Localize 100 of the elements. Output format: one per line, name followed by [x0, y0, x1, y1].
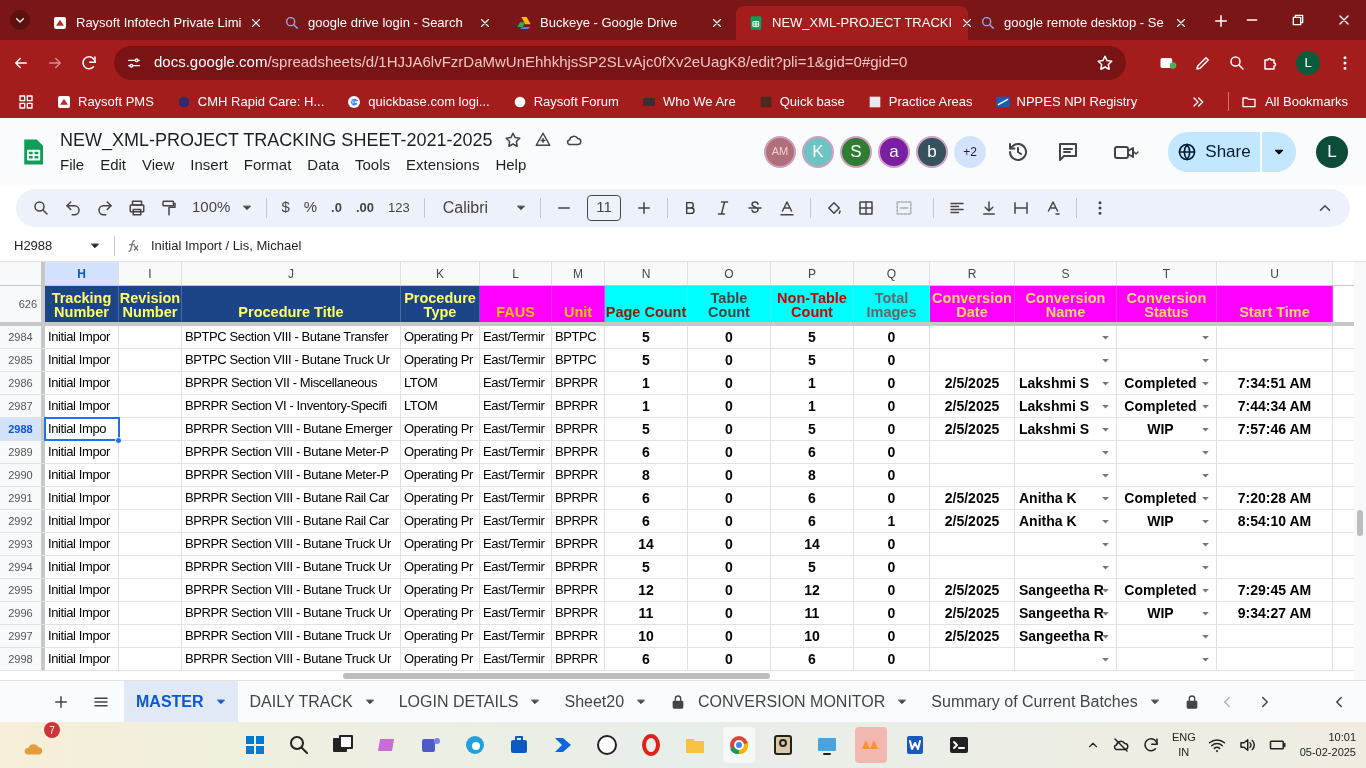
sheet-tab[interactable]: Sheet20: [552, 681, 659, 722]
contact-card-icon[interactable]: [771, 733, 795, 757]
dropdown-cell[interactable]: Completed: [1117, 579, 1217, 601]
wifi-icon[interactable]: [1207, 736, 1226, 754]
browser-tab[interactable]: NEW_XML-PROJECT TRACKI: [736, 6, 968, 40]
row-header[interactable]: 2998: [0, 648, 45, 670]
document-title[interactable]: NEW_XML-PROJECT TRACKING SHEET-2021-2025: [60, 126, 493, 154]
zoom-icon[interactable]: [1228, 53, 1246, 72]
font-dropdown[interactable]: Calibri: [438, 195, 527, 220]
collaborator-avatar[interactable]: b: [916, 135, 948, 168]
sheet-tab[interactable]: Summary of Current Batches: [919, 681, 1172, 722]
menu-item[interactable]: Data: [307, 153, 339, 177]
row-header[interactable]: 2995: [0, 579, 45, 601]
fill-handle[interactable]: [115, 437, 122, 444]
row-header[interactable]: 2996: [0, 602, 45, 624]
row-header[interactable]: 2984: [0, 326, 45, 348]
collaborator-avatar[interactable]: a: [878, 135, 910, 168]
clock-date[interactable]: 05-02-2025: [1299, 745, 1356, 760]
dropdown-cell[interactable]: Sangeetha R: [1015, 602, 1117, 624]
column-header[interactable]: M: [552, 262, 605, 285]
column-header[interactable]: O: [688, 262, 771, 285]
sync-icon[interactable]: [1141, 736, 1160, 754]
column-header[interactable]: T: [1117, 262, 1217, 285]
row-header[interactable]: 2990: [0, 464, 45, 486]
bookmark-link[interactable]: CMH Rapid Care: H...: [175, 91, 325, 112]
menu-item[interactable]: Edit: [100, 153, 127, 177]
bookmark-link[interactable]: NPPES NPI Registry: [994, 91, 1138, 112]
column-header[interactable]: J: [182, 262, 401, 285]
dropdown-cell[interactable]: WIP: [1117, 602, 1217, 624]
dropdown-cell[interactable]: Completed: [1117, 395, 1217, 417]
opera-icon[interactable]: [639, 733, 663, 757]
close-icon[interactable]: [710, 16, 724, 30]
dropdown-cell[interactable]: Completed: [1117, 487, 1217, 509]
undo-icon[interactable]: [64, 198, 82, 217]
bookmark-link[interactable]: Who We Are: [640, 91, 736, 112]
dropdown-cell[interactable]: Anitha K: [1015, 510, 1117, 532]
row-header[interactable]: 2997: [0, 625, 45, 647]
percent-format-button[interactable]: %: [303, 196, 318, 219]
column-header[interactable]: P: [771, 262, 854, 285]
browser-tab[interactable]: google remote desktop - Se: [968, 6, 1200, 40]
close-icon[interactable]: [478, 16, 492, 30]
account-avatar[interactable]: L: [1316, 135, 1348, 168]
search-icon[interactable]: [32, 198, 50, 217]
region-indicator[interactable]: IN: [1178, 745, 1190, 760]
dropdown-cell[interactable]: WIP: [1117, 510, 1217, 532]
column-header[interactable]: R: [930, 262, 1015, 285]
column-header[interactable]: S: [1015, 262, 1117, 285]
dropdown-cell[interactable]: Lakshmi S: [1015, 395, 1117, 417]
number-format-button[interactable]: 123: [388, 197, 410, 218]
chrome-icon[interactable]: [727, 733, 751, 757]
star-icon[interactable]: [1096, 53, 1114, 72]
row-header[interactable]: 2992: [0, 510, 45, 532]
sheet-tab[interactable]: MASTER: [124, 681, 238, 722]
font-size-field[interactable]: 11: [587, 194, 622, 221]
sheet-tab[interactable]: CONVERSION MONITOR: [658, 681, 920, 722]
bookmark-link[interactable]: Raysoft PMS: [56, 91, 154, 112]
dropdown-cell[interactable]: Anitha K: [1015, 487, 1117, 509]
profile-avatar[interactable]: L: [1296, 50, 1320, 75]
reload-icon[interactable]: [80, 53, 98, 72]
collaborator-avatar[interactable]: S: [840, 135, 872, 168]
browser-tab[interactable]: google drive login - Search: [272, 6, 504, 40]
column-header[interactable]: K: [401, 262, 480, 285]
vertical-scrollbar-thumb[interactable]: [1357, 510, 1363, 536]
column-header[interactable]: U: [1217, 262, 1333, 285]
menu-item[interactable]: Tools: [355, 153, 391, 177]
text-color-icon[interactable]: [778, 198, 797, 217]
bookmark-link[interactable]: quickbase.com logi...: [346, 91, 490, 112]
menu-item[interactable]: Help: [495, 153, 527, 177]
restore-icon[interactable]: [1290, 12, 1306, 28]
menu-item[interactable]: Extensions: [406, 153, 480, 177]
dropdown-cell[interactable]: Lakshmi S: [1015, 372, 1117, 394]
row-header[interactable]: 2987: [0, 395, 45, 417]
column-header[interactable]: H: [45, 262, 119, 285]
sheet-tab[interactable]: LOGIN DETAILS: [386, 681, 553, 722]
formula-text[interactable]: Initial Import / Lis, Michael: [151, 235, 302, 256]
increase-decimal-button[interactable]: .00: [355, 197, 374, 218]
browser-tab[interactable]: Raysoft Infotech Private Limi: [40, 6, 272, 40]
star-icon[interactable]: [504, 131, 523, 150]
horizontal-scrollbar-thumb[interactable]: [343, 673, 770, 679]
redo-icon[interactable]: [96, 198, 114, 217]
row-header[interactable]: 2986: [0, 372, 45, 394]
row-header[interactable]: 2988: [0, 418, 45, 440]
new-tab-icon[interactable]: [1212, 12, 1230, 30]
bookmark-link[interactable]: Raysoft Forum: [511, 91, 619, 112]
more-collaborators-badge[interactable]: +2: [954, 135, 986, 168]
borders-icon[interactable]: [857, 198, 876, 217]
print-icon[interactable]: [128, 198, 146, 217]
currency-format-button[interactable]: $: [281, 196, 290, 219]
dropdown-cell[interactable]: Sangeetha R: [1015, 579, 1117, 601]
browser-tab[interactable]: Buckeye - Google Drive: [504, 6, 736, 40]
dropdown-cell[interactable]: WIP: [1117, 418, 1217, 440]
cloud-off-icon[interactable]: [1111, 736, 1130, 754]
column-header[interactable]: N: [605, 262, 688, 285]
column-header[interactable]: I: [119, 262, 182, 285]
menu-item[interactable]: File: [60, 153, 85, 177]
decrease-decimal-button[interactable]: .0: [331, 197, 342, 218]
name-box[interactable]: H2988: [14, 235, 104, 256]
row-header[interactable]: 2985: [0, 349, 45, 371]
bookmark-link[interactable]: Practice Areas: [866, 91, 973, 112]
windows-start-icon[interactable]: [243, 733, 267, 757]
